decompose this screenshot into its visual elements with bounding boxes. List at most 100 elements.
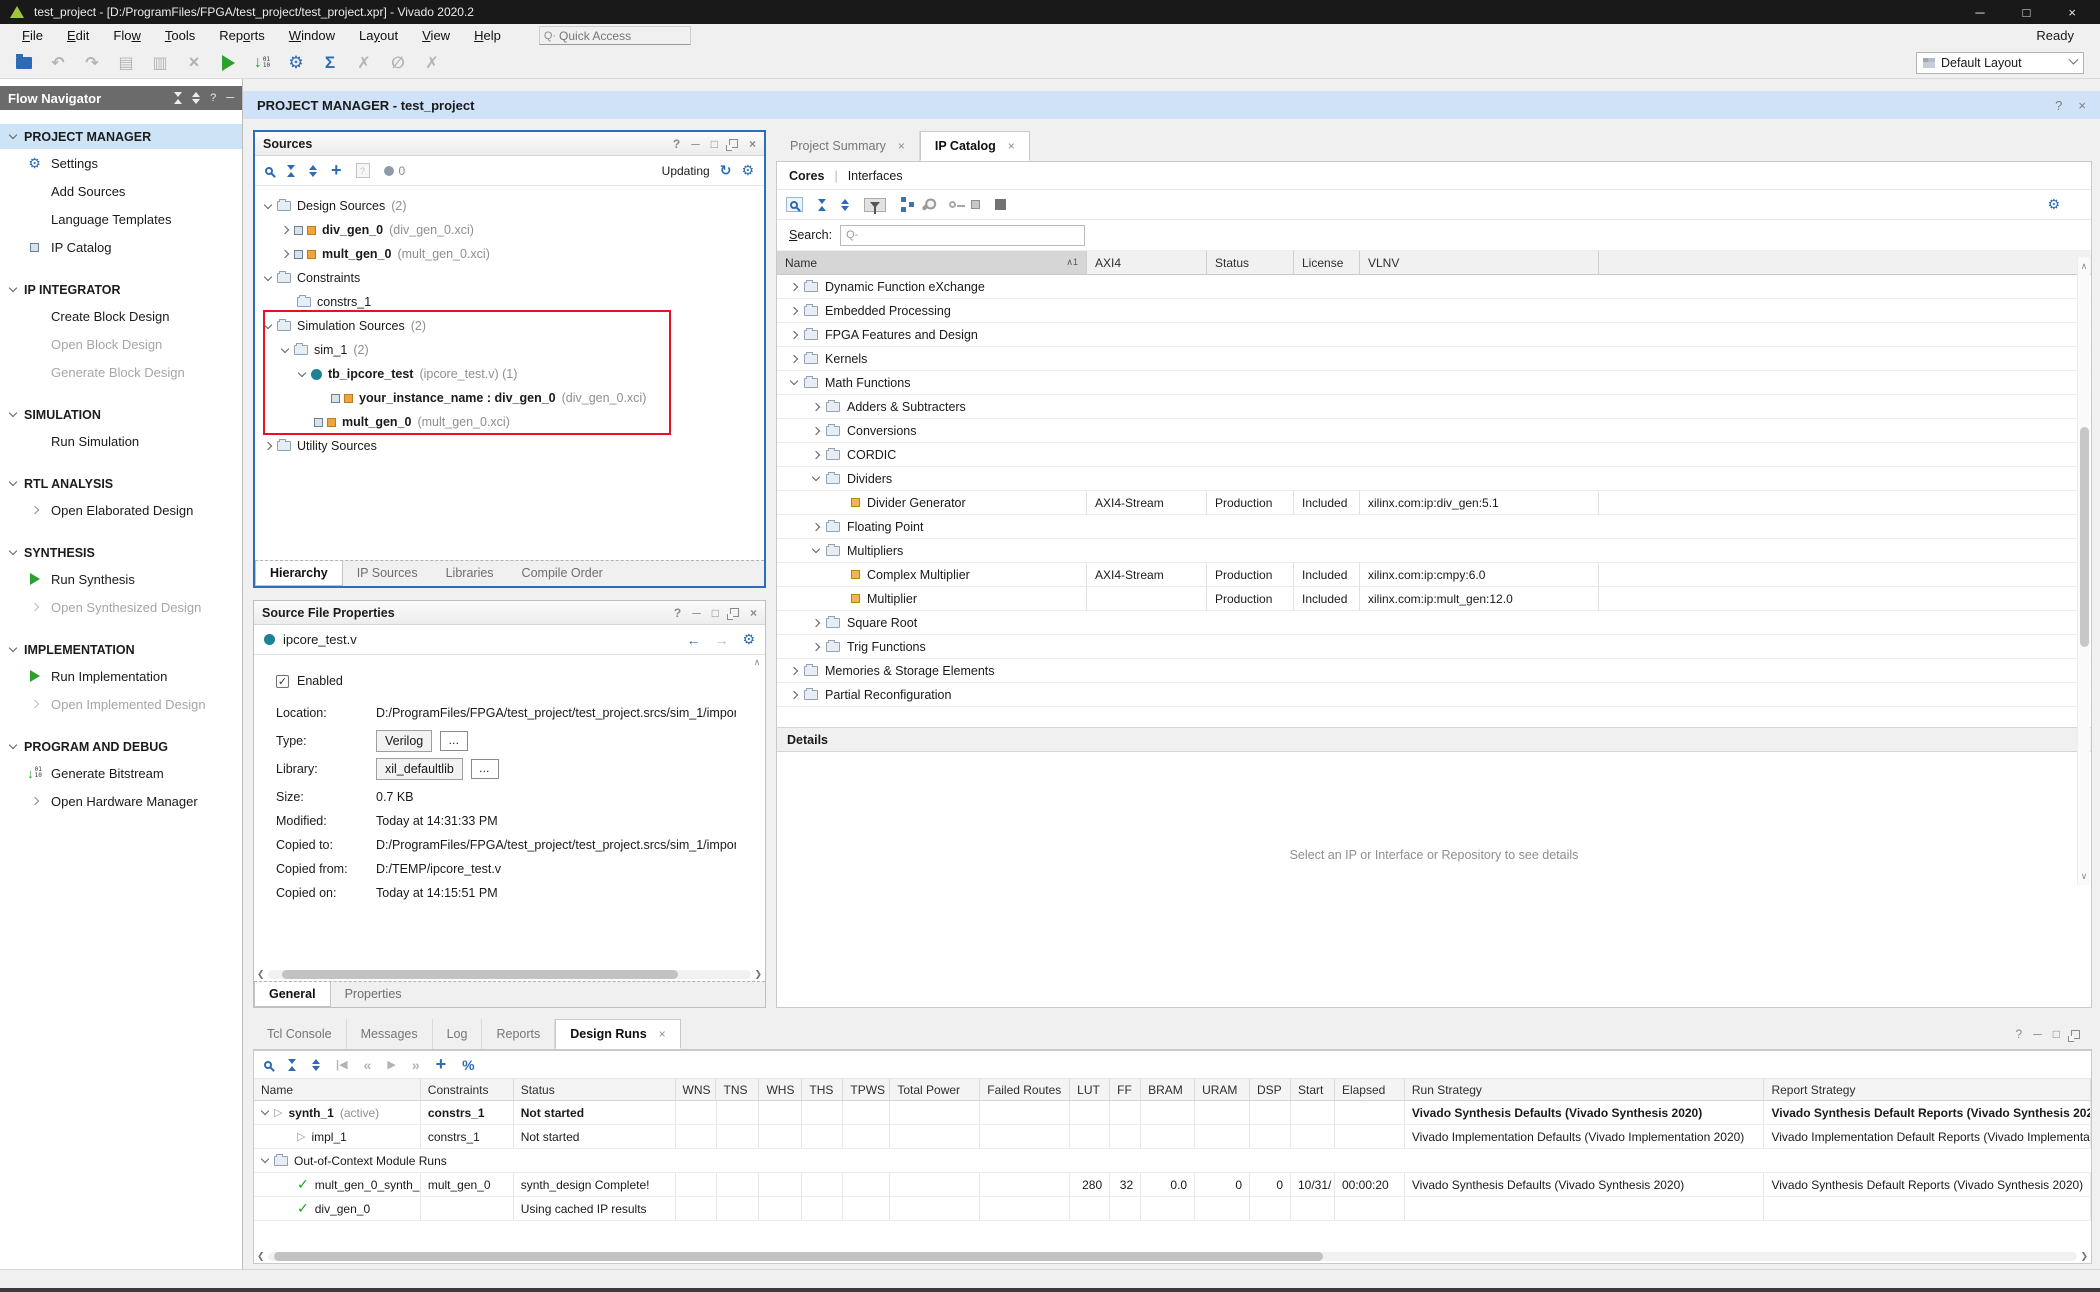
column-header-lut[interactable]: LUT <box>1070 1079 1110 1100</box>
minimize-icon[interactable]: ─ <box>691 137 700 151</box>
chevron-right-icon[interactable] <box>812 618 820 626</box>
design-run-row[interactable]: ✓mult_gen_0_synth_1mult_gen_0synth_desig… <box>254 1173 2091 1197</box>
maximize-icon[interactable]: □ <box>2053 1027 2060 1041</box>
view-tab-cores[interactable]: Cores <box>789 169 824 183</box>
column-header-bram[interactable]: BRAM <box>1141 1079 1195 1100</box>
column-header-failed-routes[interactable]: Failed Routes <box>980 1079 1070 1100</box>
chevron-right-icon[interactable] <box>30 700 38 708</box>
redo-button[interactable]: ↷ <box>82 53 102 73</box>
source-tree-item[interactable]: constrs_1 <box>255 290 764 314</box>
chevron-down-icon[interactable] <box>261 1107 269 1115</box>
ip-search-input[interactable] <box>858 228 1079 242</box>
source-tree-item[interactable]: div_gen_0(div_gen_0.xci) <box>255 218 764 242</box>
menu-reports[interactable]: Reports <box>207 26 277 45</box>
menu-flow[interactable]: Flow <box>101 26 152 45</box>
tab-log[interactable]: Log <box>433 1019 483 1049</box>
generate-bitstream-button[interactable]: ↓0110 <box>252 53 272 73</box>
source-tree-item[interactable]: mult_gen_0(mult_gen_0.xci) <box>255 242 764 266</box>
column-header-start[interactable]: Start <box>1291 1079 1335 1100</box>
minimize-button[interactable]: ─ <box>1975 5 1984 20</box>
ip-catalog-row[interactable]: Floating Point <box>777 515 2091 539</box>
menu-view[interactable]: View <box>410 26 462 45</box>
column-header-name[interactable]: Name∧1 <box>777 251 1087 274</box>
flow-section-synthesis[interactable]: SYNTHESIS <box>0 540 242 565</box>
chevron-down-icon[interactable] <box>9 131 17 139</box>
gear-icon[interactable]: ⚙ <box>741 162 754 179</box>
paste-button[interactable]: ▥ <box>150 53 170 73</box>
ip-catalog-row[interactable]: Multipliers <box>777 539 2091 563</box>
filter-icon[interactable] <box>864 198 886 212</box>
column-header-report-strategy[interactable]: Report Strategy <box>1764 1079 2091 1100</box>
collapse-all-icon[interactable] <box>287 165 295 177</box>
close-icon[interactable]: × <box>749 137 756 151</box>
tab-compile-order[interactable]: Compile Order <box>508 561 617 586</box>
view-tab-interfaces[interactable]: Interfaces <box>848 169 903 183</box>
source-tree-item[interactable]: tb_ipcore_test(ipcore_test.v) (1) <box>255 362 764 386</box>
minimize-icon[interactable]: ─ <box>226 92 234 104</box>
help-icon[interactable]: ? <box>2016 1027 2023 1041</box>
chevron-down-icon[interactable] <box>9 644 17 652</box>
tab-project-summary[interactable]: Project Summary× <box>776 131 920 161</box>
chevron-down-icon[interactable] <box>264 272 272 280</box>
flow-item-create-block-design[interactable]: Create Block Design <box>0 302 242 330</box>
flow-section-simulation[interactable]: SIMULATION <box>0 402 242 427</box>
chevron-right-icon[interactable] <box>812 450 820 458</box>
source-tree-item[interactable]: Utility Sources <box>255 434 764 458</box>
source-tree-item[interactable]: Constraints <box>255 266 764 290</box>
column-header-license[interactable]: License <box>1294 251 1360 274</box>
help-icon[interactable]: ? <box>2055 98 2062 113</box>
quick-access-input[interactable] <box>559 29 669 43</box>
report-summary-button[interactable]: Σ <box>320 53 340 73</box>
column-header-status[interactable]: Status <box>514 1079 676 1100</box>
ip-catalog-row[interactable]: MultiplierProductionIncludedxilinx.com:i… <box>777 587 2091 611</box>
flow-section-program-and-debug[interactable]: PROGRAM AND DEBUG <box>0 734 242 759</box>
source-tree-item[interactable]: your_instance_name : div_gen_0(div_gen_0… <box>255 386 764 410</box>
column-header-ff[interactable]: FF <box>1110 1079 1141 1100</box>
chevron-down-icon[interactable] <box>298 368 306 376</box>
group-by-hierarchy-icon[interactable] <box>901 197 906 202</box>
collapse-all-icon[interactable] <box>174 92 182 104</box>
flow-item-add-sources[interactable]: Add Sources <box>0 177 242 205</box>
chevron-right-icon[interactable] <box>790 690 798 698</box>
clear-runs-button[interactable]: ∅ <box>388 53 408 73</box>
column-header-tpws[interactable]: TPWS <box>843 1079 890 1100</box>
chevron-right-icon[interactable] <box>790 354 798 362</box>
close-tab-icon[interactable]: × <box>898 139 905 153</box>
menu-edit[interactable]: Edit <box>55 26 101 45</box>
column-header-tns[interactable]: TNS <box>716 1079 759 1100</box>
abort-button[interactable]: ✗ <box>422 53 442 73</box>
delete-button[interactable]: × <box>184 53 204 73</box>
close-icon[interactable]: × <box>750 606 757 620</box>
chevron-right-icon[interactable] <box>30 797 38 805</box>
search-icon[interactable] <box>264 1061 272 1069</box>
column-header-name[interactable]: Name <box>254 1079 421 1100</box>
search-icon[interactable] <box>265 167 273 175</box>
ip-catalog-row[interactable]: Divider GeneratorAXI4-StreamProductionIn… <box>777 491 2091 515</box>
maximize-icon[interactable]: □ <box>711 137 718 151</box>
chevron-down-icon[interactable] <box>9 741 17 749</box>
expand-all-icon[interactable] <box>312 1059 320 1071</box>
tab-ip-sources[interactable]: IP Sources <box>343 561 432 586</box>
chevron-down-icon[interactable] <box>9 284 17 292</box>
column-header-uram[interactable]: URAM <box>1195 1079 1250 1100</box>
source-tree-item[interactable]: sim_1(2) <box>255 338 764 362</box>
ip-catalog-row[interactable]: Complex MultiplierAXI4-StreamProductionI… <box>777 563 2091 587</box>
flow-item-open-hardware-manager[interactable]: Open Hardware Manager <box>0 787 242 815</box>
menu-help[interactable]: Help <box>462 26 513 45</box>
flow-item-language-templates[interactable]: Language Templates <box>0 205 242 233</box>
tab-reports[interactable]: Reports <box>482 1019 555 1049</box>
flow-item-run-simulation[interactable]: Run Simulation <box>0 427 242 455</box>
flow-item-run-implementation[interactable]: Run Implementation <box>0 662 242 690</box>
minimize-icon[interactable]: ─ <box>2033 1027 2042 1041</box>
chevron-down-icon[interactable] <box>9 409 17 417</box>
ip-catalog-row[interactable]: Dividers <box>777 467 2091 491</box>
property-combo-value[interactable]: Verilog <box>376 730 432 752</box>
design-runs-horizontal-scrollbar[interactable]: ❮ ❯ <box>254 1250 2091 1263</box>
gear-icon[interactable]: ⚙ <box>742 631 755 648</box>
menu-tools[interactable]: Tools <box>153 26 207 45</box>
ip-catalog-row[interactable]: Memories & Storage Elements <box>777 659 2091 683</box>
chevron-right-icon[interactable] <box>812 426 820 434</box>
run-button[interactable] <box>218 53 238 73</box>
ip-catalog-row[interactable]: Kernels <box>777 347 2091 371</box>
expand-all-icon[interactable] <box>192 92 200 104</box>
